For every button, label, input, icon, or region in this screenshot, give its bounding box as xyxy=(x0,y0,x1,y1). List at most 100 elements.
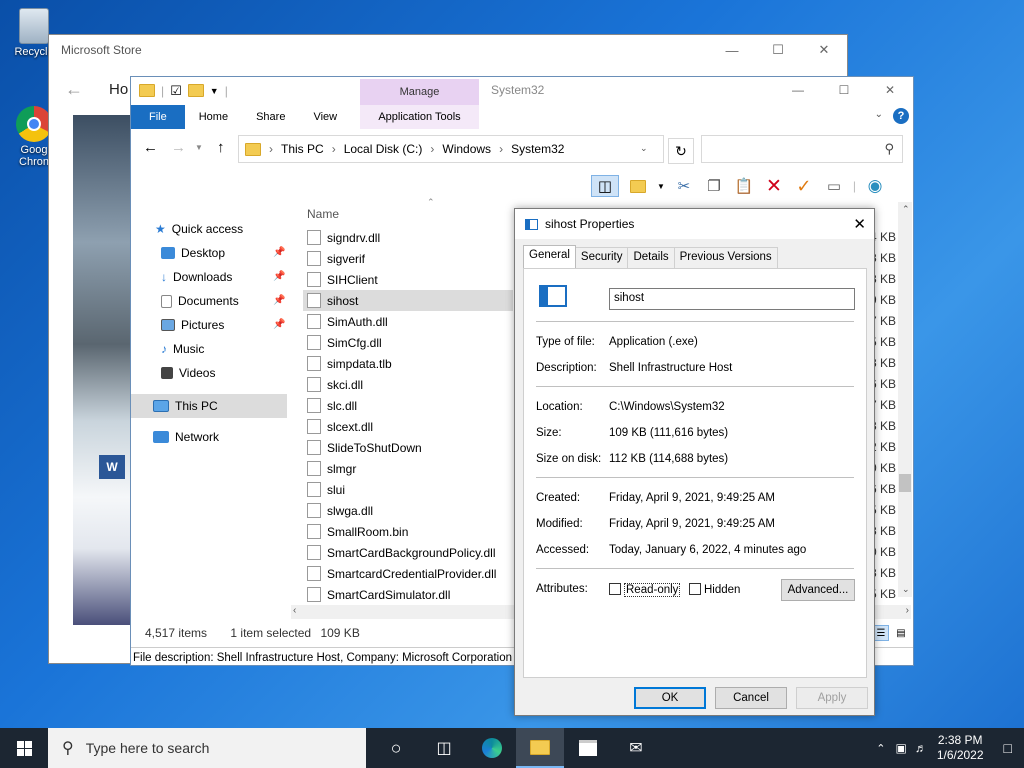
file-row[interactable]: slwga.dll xyxy=(303,500,513,521)
store-back-icon[interactable]: ← xyxy=(65,79,83,100)
store-taskbar-icon[interactable] xyxy=(564,728,612,768)
globe-icon[interactable]: ◉ xyxy=(864,175,886,197)
mail-icon[interactable]: ✉ xyxy=(612,728,660,768)
forward-arrow-icon[interactable]: → xyxy=(171,139,186,156)
tab-home[interactable]: Home xyxy=(185,105,242,129)
tab-details[interactable]: Details xyxy=(627,247,675,269)
hidden-check-box[interactable] xyxy=(689,583,701,595)
tab-general[interactable]: General xyxy=(523,245,576,269)
properties-dialog[interactable]: sihost Properties ✕ General Security Det… xyxy=(514,208,875,716)
ok-button[interactable]: OK xyxy=(634,687,706,709)
apply-button[interactable]: Apply xyxy=(796,687,868,709)
file-row[interactable]: skci.dll xyxy=(303,374,513,395)
file-row[interactable]: SmallRoom.bin xyxy=(303,521,513,542)
back-arrow-icon[interactable]: ← xyxy=(143,139,158,156)
start-button[interactable] xyxy=(0,728,48,768)
nav-pictures[interactable]: Pictures xyxy=(161,315,224,335)
breadcrumb-windows[interactable]: Windows xyxy=(442,142,491,156)
nav-music[interactable]: ♪ Music xyxy=(161,339,204,359)
store-minimize-button[interactable]: — xyxy=(709,35,755,65)
tab-view[interactable]: View xyxy=(299,105,351,129)
file-row[interactable]: slc.dll xyxy=(303,395,513,416)
explorer-maximize-button[interactable]: ☐ xyxy=(821,77,867,103)
tab-file[interactable]: File xyxy=(131,105,185,129)
network-tray-icon[interactable]: ▣ xyxy=(895,741,906,755)
notification-icon[interactable]: □ xyxy=(1004,740,1012,756)
file-row[interactable]: SimAuth.dll xyxy=(303,311,513,332)
clock[interactable]: 2:38 PM 1/6/2022 xyxy=(937,733,984,763)
file-row[interactable]: SmartcardCredentialProvider.dll xyxy=(303,563,513,584)
file-row[interactable]: slmgr xyxy=(303,458,513,479)
file-explorer-taskbar-icon[interactable] xyxy=(516,728,564,768)
cancel-button[interactable]: Cancel xyxy=(715,687,787,709)
folder-options-dropdown-icon[interactable]: ▼ xyxy=(657,182,665,191)
nav-quick-access[interactable]: ★ Quick access xyxy=(155,219,243,239)
hidden-checkbox[interactable]: Hidden xyxy=(689,583,740,596)
search-input[interactable]: ⚲ xyxy=(701,135,903,163)
nav-desktop[interactable]: Desktop xyxy=(161,243,225,263)
column-header-name[interactable]: Name xyxy=(307,207,339,221)
readonly-check-box[interactable] xyxy=(609,583,621,595)
file-row[interactable]: SmartCardSimulator.dll xyxy=(303,584,513,605)
file-row[interactable]: slcext.dll xyxy=(303,416,513,437)
refresh-icon[interactable]: ↻ xyxy=(668,138,694,164)
file-row[interactable]: SmartCardBackgroundPolicy.dll xyxy=(303,542,513,563)
recent-dropdown-icon[interactable]: ▼ xyxy=(195,143,203,152)
details-view-icon[interactable]: ☰ xyxy=(873,625,889,641)
nav-downloads[interactable]: ↓ Downloads xyxy=(161,267,232,287)
file-name-input[interactable]: sihost xyxy=(609,288,855,310)
advanced-button[interactable]: Advanced... xyxy=(781,579,855,601)
folder-options-icon[interactable] xyxy=(627,175,649,197)
tab-security[interactable]: Security xyxy=(574,247,629,269)
large-icons-view-icon[interactable]: ▤ xyxy=(893,625,909,641)
file-row[interactable]: SimCfg.dll xyxy=(303,332,513,353)
cortana-icon[interactable]: ○ xyxy=(372,728,420,768)
delete-icon[interactable]: ✕ xyxy=(763,175,785,197)
tray-chevron-icon[interactable]: ⌃ xyxy=(876,742,885,755)
nav-documents[interactable]: Documents xyxy=(161,291,239,311)
file-row[interactable]: sihost xyxy=(303,290,513,311)
nav-this-pc[interactable]: This PC xyxy=(131,394,287,418)
help-icon[interactable]: ? xyxy=(893,108,909,124)
paste-icon[interactable]: 📋 xyxy=(733,175,755,197)
ribbon-expand-icon[interactable]: ⌄ xyxy=(875,109,883,120)
tab-previous-versions[interactable]: Previous Versions xyxy=(673,247,778,269)
properties-check-icon[interactable]: ☑ xyxy=(170,83,182,99)
explorer-close-button[interactable]: ✕ xyxy=(867,77,913,103)
task-view-icon[interactable]: ◫ xyxy=(420,728,468,768)
breadcrumb-local-disk[interactable]: Local Disk (C:) xyxy=(344,142,423,156)
address-bar[interactable]: › This PC › Local Disk (C:) › Windows › … xyxy=(238,135,664,163)
breadcrumb-this-pc[interactable]: This PC xyxy=(281,142,324,156)
copy-icon[interactable]: ❐ xyxy=(703,175,725,197)
file-name: SmallRoom.bin xyxy=(327,524,409,539)
properties-close-button[interactable]: ✕ xyxy=(853,215,866,233)
scrollbar-vertical[interactable]: ⌃ ⌄ xyxy=(898,202,912,597)
qa-dropdown-icon[interactable]: ▼ xyxy=(210,86,219,96)
new-folder-icon[interactable] xyxy=(187,84,204,97)
explorer-minimize-button[interactable]: — xyxy=(775,77,821,103)
volume-icon[interactable]: ♬ xyxy=(915,741,927,755)
file-row[interactable]: simpdata.tlb xyxy=(303,353,513,374)
rename-icon[interactable]: ▭ xyxy=(823,175,845,197)
nav-network[interactable]: Network xyxy=(153,427,219,447)
file-row[interactable]: slui xyxy=(303,479,513,500)
store-maximize-button[interactable]: ☐ xyxy=(755,35,801,65)
taskbar-search-box[interactable]: ⚲ Type here to search xyxy=(48,728,366,768)
cut-icon[interactable]: ✂ xyxy=(673,175,695,197)
checkmark-icon[interactable]: ✓ xyxy=(793,175,815,197)
edge-icon[interactable] xyxy=(468,728,516,768)
store-close-button[interactable]: ✕ xyxy=(801,35,847,65)
file-row[interactable]: signdrv.dll xyxy=(303,227,513,248)
up-arrow-icon[interactable]: ↑ xyxy=(217,139,225,156)
file-row[interactable]: SlideToShutDown xyxy=(303,437,513,458)
readonly-checkbox[interactable]: Read-only xyxy=(609,583,681,597)
file-row[interactable]: sigverif xyxy=(303,248,513,269)
tab-share[interactable]: Share xyxy=(242,105,299,129)
breadcrumb-system32[interactable]: System32 xyxy=(511,142,564,156)
file-row[interactable]: SIHClient xyxy=(303,269,513,290)
store-home-tab[interactable]: Ho xyxy=(109,81,128,98)
address-dropdown-icon[interactable]: ⌄ xyxy=(640,143,648,154)
tab-application-tools[interactable]: Application Tools xyxy=(360,105,479,129)
preview-pane-icon[interactable]: ◫ xyxy=(591,175,619,197)
nav-videos[interactable]: Videos xyxy=(161,363,215,383)
